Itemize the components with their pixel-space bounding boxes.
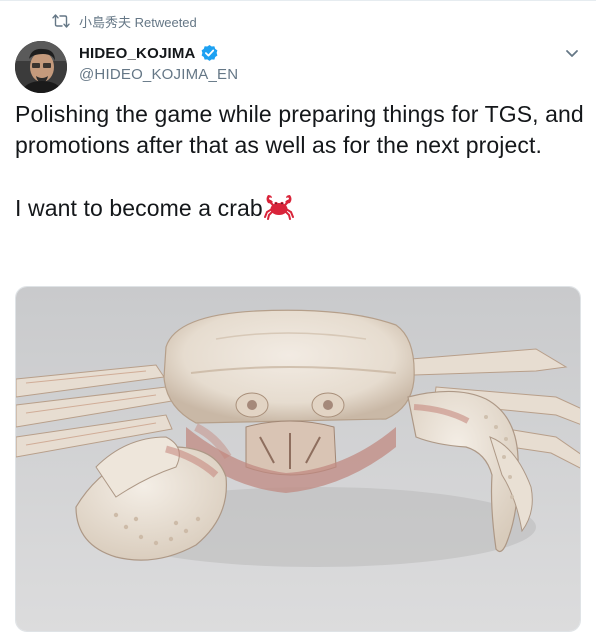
retweet-context[interactable]: 小島秀夫 Retweeted (52, 11, 197, 31)
retweet-icon (52, 14, 70, 28)
chevron-down-icon[interactable] (560, 41, 584, 65)
tweet-paragraph-2: I want to become a crab (15, 192, 587, 228)
author-info[interactable]: HIDEO_KOJIMA @HIDEO_KOJIMA_EN (79, 43, 238, 83)
verified-badge-icon (200, 44, 219, 63)
crab-photo (16, 287, 580, 631)
tweet-card[interactable]: 小島秀夫 Retweeted HIDEO_KOJIMA @HIDEO_KOJIM (0, 0, 596, 644)
tweet-paragraph-2-text: I want to become a crab (15, 195, 263, 221)
crab-emoji-icon (263, 192, 294, 228)
tweet-text: Polishing the game while preparing thing… (15, 99, 587, 228)
display-name[interactable]: HIDEO_KOJIMA (79, 45, 196, 62)
user-handle[interactable]: @HIDEO_KOJIMA_EN (79, 66, 238, 83)
tweet-paragraph-1: Polishing the game while preparing thing… (15, 101, 584, 158)
retweet-label: 小島秀夫 Retweeted (79, 14, 197, 30)
tweet-photo[interactable] (15, 286, 581, 632)
avatar[interactable] (15, 41, 67, 93)
